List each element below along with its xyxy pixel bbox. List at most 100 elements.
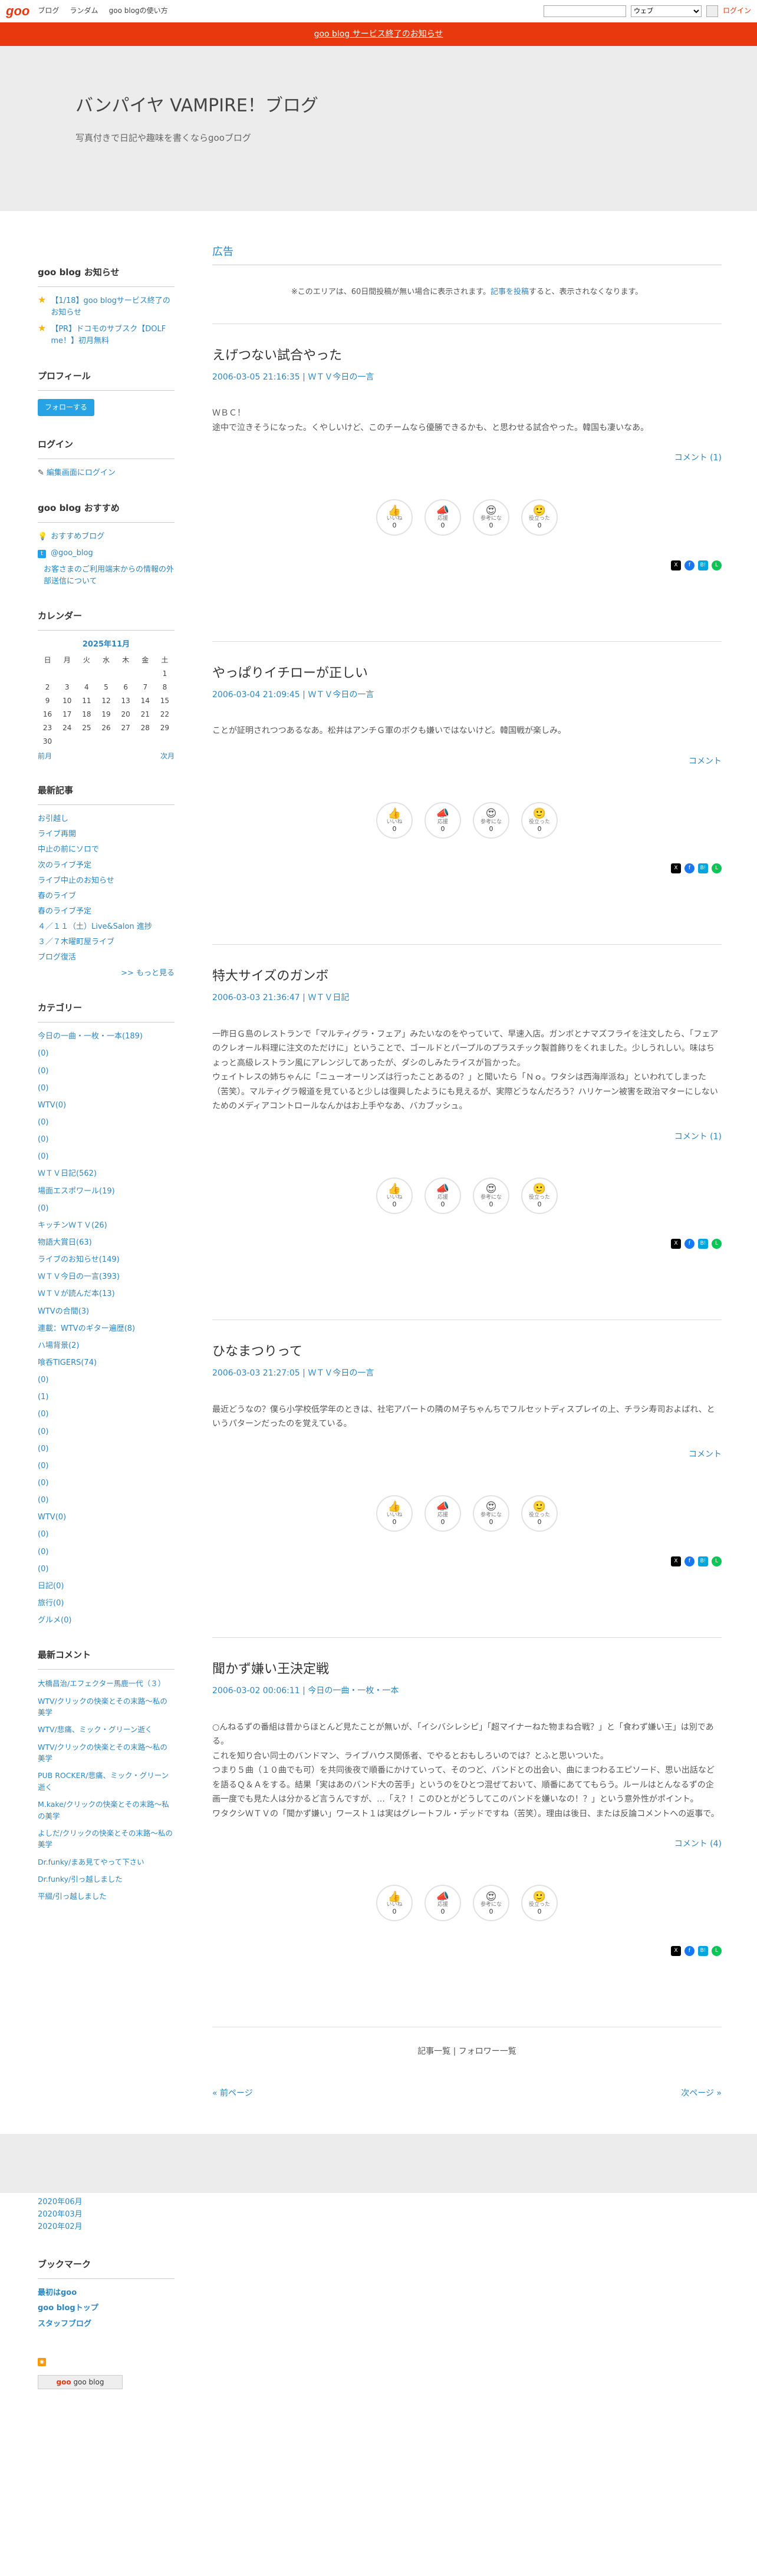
archive-link[interactable]: 2020年02月 [38,2222,83,2231]
comment-link[interactable]: Dr.funky/まあ見てやって下さい [38,1858,144,1866]
category-link[interactable]: (0) [38,1410,48,1419]
reaction-button[interactable]: 📣 応援 0 [424,1177,461,1214]
search-scope-select[interactable]: ウェブ [630,5,702,17]
news-link[interactable]: 【1/18】goo blogサービス終了のお知らせ [51,295,175,319]
entry-title[interactable]: 特大サイズのガンボ [212,966,722,987]
entry-comment-link[interactable]: コメント (4) [674,1839,722,1849]
entry-date[interactable]: 2006-03-04 21:09:45 [212,690,300,700]
entry-date[interactable]: 2006-03-02 00:06:11 [212,1686,300,1696]
reaction-button[interactable]: 👍 いいね 0 [376,1885,413,1922]
entry-comment-link[interactable]: コメント [689,1450,722,1459]
reaction-button[interactable]: 📣 応援 0 [424,802,461,839]
comment-link[interactable]: Dr.funky/引っ越しました [38,1875,123,1884]
bookmark-link[interactable]: 最初はgoo [38,2288,77,2297]
category-link[interactable]: (0) [38,1565,48,1574]
reaction-button[interactable]: 😍 参考にな 0 [473,1177,509,1214]
edit-login-link[interactable]: 編集画面にログイン [47,469,116,477]
x-share-icon[interactable]: X [671,863,681,874]
reaction-button[interactable]: 🙂 役立った 0 [521,499,558,536]
more-link[interactable]: >> もっと見る [121,969,175,978]
reaction-button[interactable]: 😍 参考にな 0 [473,499,509,536]
recent-link[interactable]: ３／７木曜町屋ライブ [38,938,114,946]
x-share-icon[interactable]: X [671,560,681,570]
line-share-icon[interactable]: L [712,863,722,874]
category-link[interactable]: グルメ(0) [38,1616,71,1625]
category-link[interactable]: (0) [38,1444,48,1453]
recent-link[interactable]: ４／１１（土）Live&Salon 進捗 [38,922,152,931]
recent-link[interactable]: ライブ再開 [38,830,76,839]
search-input[interactable] [543,5,626,17]
recent-link[interactable]: 中止の前にソロで [38,845,99,854]
category-link[interactable]: (0) [38,1204,48,1213]
reaction-button[interactable]: 😍 参考にな 0 [473,1495,509,1532]
reaction-button[interactable]: 😍 参考にな 0 [473,1885,509,1922]
category-link[interactable]: 旅行(0) [38,1599,64,1608]
category-link[interactable]: 日記(0) [38,1582,64,1591]
news-link[interactable]: 【PR】ドコモのサブスク【DOLF me！】初月無料 [51,324,175,347]
line-share-icon[interactable]: L [712,1556,722,1566]
x-share-icon[interactable]: X [671,1239,681,1249]
category-link[interactable]: (1) [38,1393,48,1401]
category-link[interactable]: (0) [38,1479,48,1487]
comment-link[interactable]: 大橋昌治/エフェクター馬鹿一代（３） [38,1679,165,1688]
category-link[interactable]: (0) [38,1152,48,1161]
archive-link[interactable]: 2020年06月 [38,2198,83,2206]
bookmark-link[interactable]: goo blogトップ [38,2304,98,2313]
category-link[interactable]: ライブのお知らせ(149) [38,1255,120,1264]
bookmark-link[interactable]: スタッフブログ [38,2320,91,2328]
reaction-button[interactable]: 📣 応援 0 [424,499,461,536]
entry-title[interactable]: えげつない試合やった [212,345,722,366]
category-link[interactable]: 連載：WTVのギター遍歴(8) [38,1324,135,1333]
entry-comment-link[interactable]: コメント (1) [674,1132,722,1142]
reaction-button[interactable]: 🙂 役立った 0 [521,1885,558,1922]
category-link[interactable]: 今日の一曲・一枚・一本(189) [38,1032,143,1041]
facebook-share-icon[interactable]: f [684,1556,695,1566]
recent-link[interactable]: お引越し [38,814,68,823]
recent-link[interactable]: 次のライブ予定 [38,861,91,870]
x-share-icon[interactable]: X [671,1556,681,1566]
top-link-howto[interactable]: goo blogの使い方 [109,6,168,15]
notice-link[interactable]: goo blog サービス終了のお知らせ [314,29,443,39]
category-link[interactable]: WTV(0) [38,1513,66,1522]
twitter-link[interactable]: @goo_blog [51,549,93,558]
line-share-icon[interactable]: L [712,1239,722,1249]
goo-blog-badge[interactable]: goo goo blog [38,2374,123,2389]
search-button[interactable] [706,5,718,17]
reaction-button[interactable]: 📣 応援 0 [424,1885,461,1922]
entry-category[interactable]: 今日の一曲・一枚・一本 [308,1686,399,1696]
login-link[interactable]: ログイン [723,5,751,17]
category-link[interactable]: WTV(0) [38,1101,66,1110]
category-link[interactable]: (0) [38,1067,48,1076]
category-link[interactable]: ハ場背景(2) [38,1341,79,1350]
reaction-button[interactable]: 👍 いいね 0 [376,802,413,839]
recommend-link[interactable]: おすすめブログ [51,532,104,541]
comment-link[interactable]: よしだ/クリックの快楽とその末路～私の美学 [38,1829,173,1849]
comment-link[interactable]: WTV/クリックの快楽とその末路～私の美学 [38,1743,167,1763]
prev-page-link[interactable]: « 前ページ [212,2087,253,2100]
archive-link[interactable]: 2020年03月 [38,2210,83,2219]
blog-title[interactable]: バンパイヤ VAMPIRE！ブログ [75,92,757,120]
entry-title[interactable]: ひなまつりって [212,1341,722,1362]
category-link[interactable]: (0) [38,1376,48,1384]
hatena-share-icon[interactable]: B! [698,1239,708,1249]
entry-date[interactable]: 2006-03-03 21:36:47 [212,993,300,1002]
entry-date[interactable]: 2006-03-03 21:27:05 [212,1368,300,1378]
reaction-button[interactable]: 🙂 役立った 0 [521,1495,558,1532]
category-link[interactable]: (0) [38,1427,48,1436]
comment-link[interactable]: WTV/悲痛、ミック・グリーン逝く [38,1725,152,1734]
facebook-share-icon[interactable]: f [684,560,695,570]
category-link[interactable]: ＷＴＶ今日の一言(393) [38,1272,120,1281]
entry-date[interactable]: 2006-03-05 21:16:35 [212,372,300,382]
hatena-share-icon[interactable]: B! [698,560,708,570]
entry-category[interactable]: ＷＴＶ今日の一言 [308,1368,374,1378]
category-link[interactable]: (0) [38,1462,48,1470]
line-share-icon[interactable]: L [712,560,722,570]
category-link[interactable]: (0) [38,1135,48,1144]
comment-link[interactable]: M.kake/クリックの快楽とその末路～私の美学 [38,1800,169,1820]
list-links[interactable]: 記事一覧 | フォロワー一覧 [212,2027,722,2058]
comment-link[interactable]: PUB ROCKER/悲痛、ミック・グリーン逝く [38,1771,169,1791]
calendar-prev-link[interactable]: 前月 [38,751,52,762]
recent-link[interactable]: ライブ中止のお知らせ [38,876,114,885]
category-link[interactable]: 場面エスポワール(19) [38,1187,115,1196]
follow-button[interactable]: フォローする [38,398,95,416]
